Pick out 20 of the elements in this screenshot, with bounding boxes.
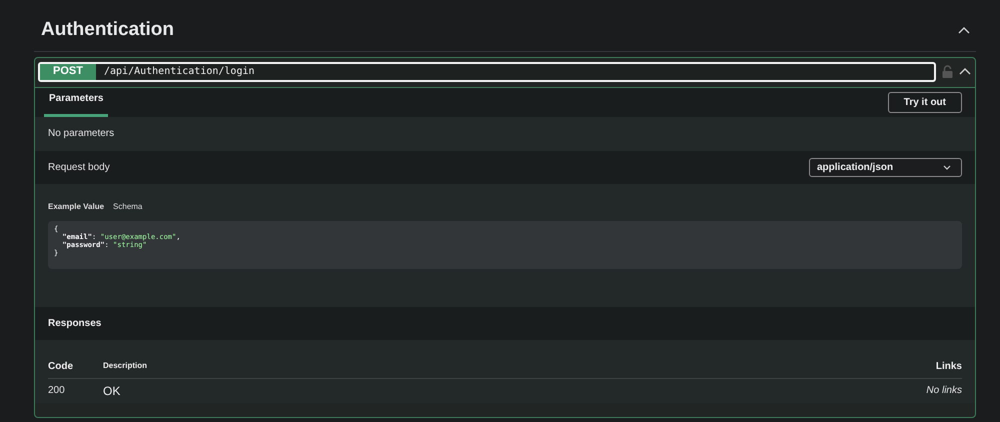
chevron-up-icon[interactable] [958,26,970,34]
column-header: Description [103,360,148,372]
request-body-label: Request body [48,160,110,174]
example-tab[interactable]: Example Value [48,200,104,212]
operation-summary[interactable]: POST /api/Authentication/login [38,62,936,82]
response-description: OK [103,382,122,400]
method-label: POST [40,64,96,80]
no-parameters-text: No parameters [48,127,114,141]
column-header: Links [936,360,962,374]
responses-heading: Responses [48,316,102,330]
chevron-down-icon [943,164,951,170]
content-type-select[interactable]: application/json [809,158,962,176]
endpoint-path: /api/Authentication/login [103,65,255,79]
column-header: Code [48,360,74,374]
section-title[interactable]: Authentication [41,16,174,44]
links-text: No links [926,384,962,398]
response-code: 200 [48,384,66,398]
chevron-up-icon[interactable] [959,67,971,76]
try-it-out-button[interactable]: Try it out [888,92,962,112]
example-tab[interactable]: Schema [113,200,142,212]
